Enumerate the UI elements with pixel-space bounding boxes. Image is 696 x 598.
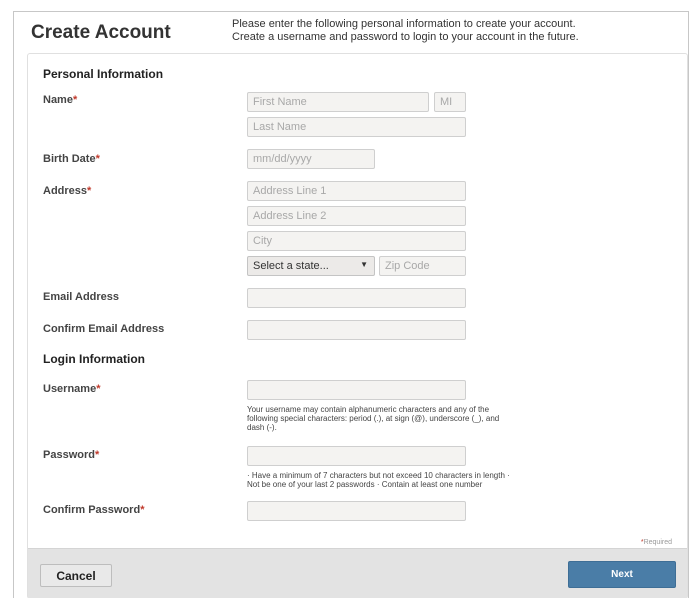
next-button[interactable]: Next	[568, 561, 676, 588]
state-select-value: Select a state...	[253, 260, 329, 272]
last-name-input[interactable]	[247, 117, 466, 137]
address-line-1-input[interactable]	[247, 181, 466, 201]
required-asterisk: *	[94, 449, 100, 461]
address-label: Address*	[43, 185, 91, 197]
password-input[interactable]	[247, 446, 466, 466]
birth-date-input[interactable]	[247, 149, 375, 169]
username-hint-line-1: Your username may contain alphanumeric c…	[247, 405, 490, 414]
password-hint-line-2: Not be one of your last 2 passwords · Co…	[247, 480, 483, 489]
password-hint-line-1: · Have a minimum of 7 characters but not…	[247, 471, 510, 480]
password-label: Password*	[43, 449, 99, 461]
address-label-text: Address	[43, 185, 88, 197]
form-footer: Cancel Next	[28, 548, 687, 598]
username-hint-line-3: dash (-).	[247, 423, 277, 432]
required-asterisk: *	[95, 153, 100, 165]
dropdown-arrow-icon: ▼	[360, 260, 368, 269]
intro-line-1: Please enter the following personal info…	[232, 18, 576, 30]
required-asterisk: *	[140, 504, 145, 516]
name-label-text: Name	[43, 94, 73, 106]
required-asterisk: *	[96, 383, 101, 395]
personal-information-heading: Personal Information	[43, 67, 164, 81]
name-label: Name*	[43, 94, 77, 106]
email-address-label: Email Address	[43, 291, 120, 303]
confirm-email-input[interactable]	[247, 320, 466, 340]
username-hint-line-2: following special characters: period (.)…	[247, 414, 500, 423]
confirm-password-label: Confirm Password*	[43, 504, 144, 516]
confirm-password-label-text: Confirm Password	[43, 504, 141, 516]
required-asterisk: *	[87, 185, 92, 197]
create-account-window: Create Account Please enter the followin…	[13, 11, 689, 598]
required-asterisk: *	[72, 94, 78, 106]
password-label-text: Password	[43, 449, 95, 461]
required-note-text: Required	[643, 539, 672, 546]
email-address-input[interactable]	[247, 288, 466, 308]
middle-initial-input[interactable]	[434, 92, 466, 112]
password-hint: · Have a minimum of 7 characters but not…	[247, 471, 510, 489]
page-title: Create Account	[31, 22, 171, 43]
intro-line-2: Create a username and password to login …	[232, 31, 579, 43]
cancel-button[interactable]: Cancel	[40, 564, 112, 587]
intro-text: Please enter the following personal info…	[232, 18, 579, 44]
username-label-text: Username	[43, 383, 97, 395]
address-line-2-input[interactable]	[247, 206, 466, 226]
confirm-email-label: Confirm Email Address	[43, 323, 165, 335]
required-note: *Required	[641, 539, 672, 546]
confirm-password-input[interactable]	[247, 501, 466, 521]
form-panel: Personal Information Name* Birth Date* A…	[27, 53, 688, 598]
username-label: Username*	[43, 383, 100, 395]
state-select[interactable]: Select a state... ▼	[247, 256, 375, 276]
city-input[interactable]	[247, 231, 466, 251]
login-information-heading: Login Information	[43, 352, 145, 366]
username-input[interactable]	[247, 380, 466, 400]
zip-code-input[interactable]	[379, 256, 466, 276]
birth-date-label-text: Birth Date	[43, 153, 96, 165]
birth-date-label: Birth Date*	[43, 153, 100, 165]
username-hint: Your username may contain alphanumeric c…	[247, 405, 499, 432]
first-name-input[interactable]	[247, 92, 429, 112]
